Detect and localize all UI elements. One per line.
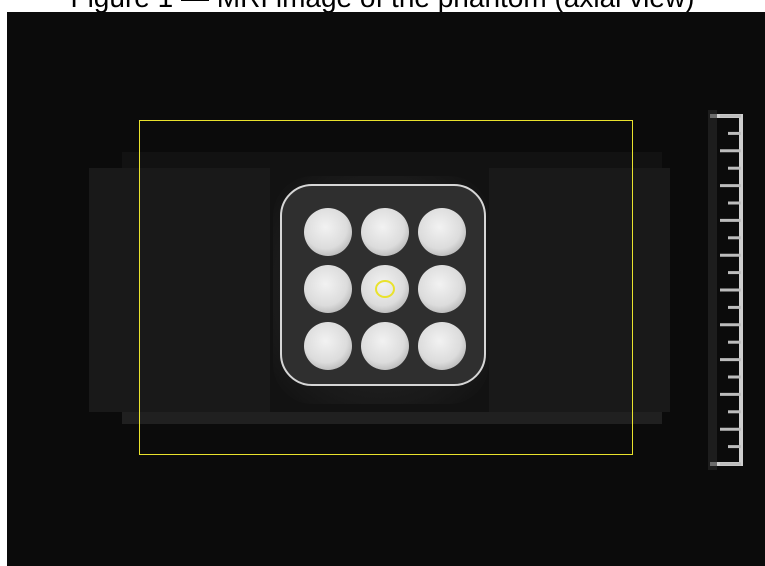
mri-image-viewer: [7, 12, 765, 566]
vial-r1-c1: [304, 208, 352, 256]
scale-ruler-icon: [708, 110, 748, 470]
vial-r3-c1: [304, 322, 352, 370]
vial-roi-circle[interactable]: [375, 280, 395, 298]
vial-r2-c3: [418, 265, 466, 313]
vial-r3-c2: [361, 322, 409, 370]
vial-r2-c1: [304, 265, 352, 313]
vial-r1-c2: [361, 208, 409, 256]
vial-r3-c3: [418, 322, 466, 370]
vial-r1-c3: [418, 208, 466, 256]
